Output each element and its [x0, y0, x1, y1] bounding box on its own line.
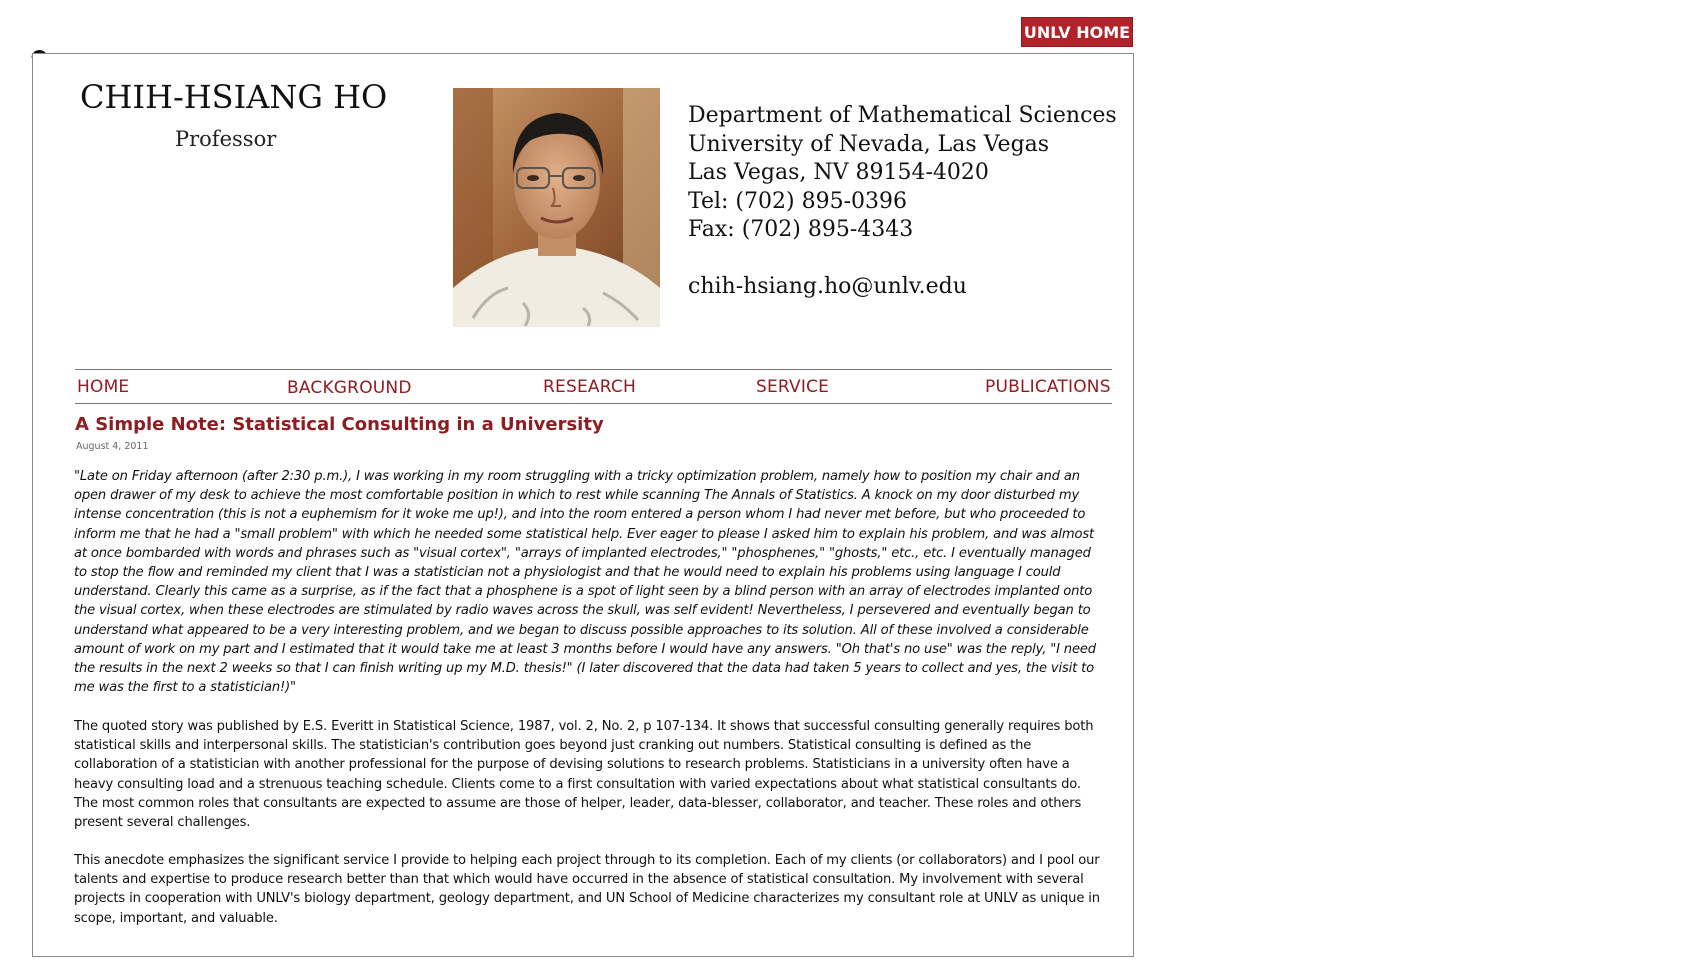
article-quote: "Late on Friday afternoon (after 2:30 p.…: [74, 469, 1096, 696]
article-title: A Simple Note: Statistical Consulting in…: [75, 414, 604, 435]
main-nav: HOME BACKGROUND RESEARCH SERVICE PUBLICA…: [75, 369, 1112, 404]
article-date: August 4, 2011: [76, 441, 149, 452]
university: University of Nevada, Las Vegas: [688, 131, 1050, 157]
email-link[interactable]: chih-hsiang.ho@unlv.edu: [688, 273, 1117, 302]
nav-service[interactable]: SERVICE: [756, 377, 829, 397]
profile-photo: [453, 88, 660, 327]
department: Department of Mathematical Sciences: [688, 103, 1117, 128]
nav-publications[interactable]: PUBLICATIONS: [985, 377, 1111, 397]
article-paragraph-2: This anecdote emphasizes the significant…: [74, 853, 1100, 926]
unlv-home-button[interactable]: UNLV HOME: [1021, 17, 1133, 47]
article-paragraph-1: The quoted story was published by E.S. E…: [74, 719, 1094, 831]
fax: Fax: (702) 895-4343: [688, 217, 914, 242]
professor-title: Professor: [175, 127, 277, 151]
professor-name: CHIH-HSIANG HO: [80, 78, 388, 116]
profile-photo-image: [453, 88, 660, 327]
nav-home[interactable]: HOME: [77, 377, 129, 397]
page: UNLV HOME CHIH-HSIANG HO Professor Depar…: [0, 0, 1682, 972]
contact-block: Department of Mathematical Sciences Univ…: [688, 102, 1117, 301]
nav-research[interactable]: RESEARCH: [543, 377, 636, 397]
address: Las Vegas, NV 89154-4020: [688, 160, 989, 185]
nav-background[interactable]: BACKGROUND: [287, 378, 412, 398]
telephone: Tel: (702) 895-0396: [688, 188, 907, 214]
